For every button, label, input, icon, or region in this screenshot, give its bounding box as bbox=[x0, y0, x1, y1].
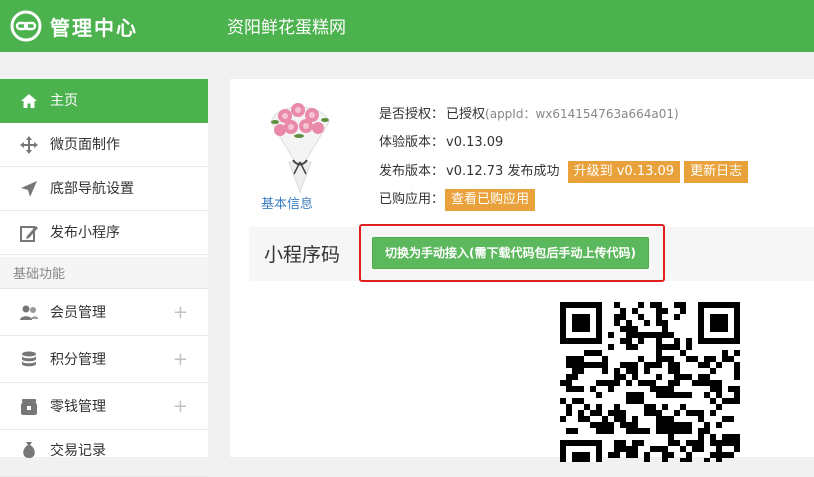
expand-icon[interactable]: + bbox=[173, 397, 188, 417]
sidebar-item-members[interactable]: 会员管理 + bbox=[0, 289, 208, 336]
highlight-annotation-box bbox=[359, 224, 665, 282]
mini-program-code-title: 小程序码 bbox=[264, 244, 341, 266]
home-icon bbox=[21, 94, 37, 108]
mini-program-qr-code bbox=[560, 302, 740, 462]
auth-value: 已授权 bbox=[446, 107, 486, 122]
sidebar-item-label: 主页 bbox=[50, 93, 78, 109]
changelog-button[interactable]: 更新日志 bbox=[684, 161, 749, 183]
sidebar-item-home[interactable]: 主页 bbox=[0, 79, 208, 123]
purchased-apps-row: 已购应用： 查看已购应用 bbox=[379, 189, 536, 211]
expand-icon[interactable]: + bbox=[173, 303, 188, 323]
upgrade-button[interactable]: 升级到 v0.13.09 bbox=[567, 161, 681, 183]
sidebar-item-bottom-nav[interactable]: 底部导航设置 bbox=[0, 167, 208, 211]
purchased-label: 已购应用： bbox=[379, 192, 445, 207]
sidebar-item-micro-page[interactable]: 微页面制作 bbox=[0, 123, 208, 167]
shop-name: 资阳鲜花蛋糕网 bbox=[227, 18, 346, 38]
coins-icon bbox=[22, 351, 36, 367]
trial-version-value: v0.13.09 bbox=[446, 135, 504, 150]
navigation-arrow-icon bbox=[21, 181, 37, 197]
sidebar-item-wallet[interactable]: 零钱管理 + bbox=[0, 383, 208, 430]
flower-bouquet-image bbox=[270, 103, 330, 194]
sidebar-item-label: 交易记录 bbox=[50, 443, 106, 459]
sidebar-item-label: 底部导航设置 bbox=[50, 181, 134, 197]
sidebar-item-label: 微页面制作 bbox=[50, 137, 120, 153]
sidebar-item-transactions[interactable]: 交易记录 bbox=[0, 430, 208, 477]
basic-info-link[interactable]: 基本信息 bbox=[261, 193, 313, 212]
wallet-icon bbox=[21, 399, 37, 415]
sidebar-item-label: 会员管理 bbox=[50, 305, 106, 321]
trial-version-label: 体验版本： bbox=[379, 135, 445, 150]
view-purchased-button[interactable]: 查看已购应用 bbox=[445, 189, 536, 211]
sidebar-item-points[interactable]: 积分管理 + bbox=[0, 336, 208, 383]
top-header: 管理中心 资阳鲜花蛋糕网 bbox=[0, 0, 814, 52]
sidebar-section-title: 基础功能 bbox=[0, 257, 208, 289]
release-version-label: 发布版本： bbox=[379, 164, 445, 179]
money-bag-icon bbox=[23, 442, 35, 458]
sidebar-item-label: 积分管理 bbox=[50, 352, 106, 368]
sidebar-item-label: 零钱管理 bbox=[50, 399, 106, 415]
move-icon bbox=[20, 136, 38, 154]
auth-status-row: 是否授权： 已授权(appId：wx614154763a664a01) bbox=[379, 105, 679, 124]
app-title[interactable]: 管理中心 bbox=[50, 12, 138, 41]
edit-icon bbox=[20, 226, 38, 242]
release-version-value: v0.12.73 发布成功 bbox=[446, 164, 560, 179]
sidebar: 主页 微页面制作 底部导航设置 发布小程序 基础功能 会员管理 + 积分管理 +… bbox=[0, 79, 208, 477]
sidebar-item-label: 发布小程序 bbox=[50, 225, 120, 241]
release-version-row: 发布版本： v0.12.73 发布成功 升级到 v0.13.09 更新日志 bbox=[379, 161, 749, 183]
auth-label: 是否授权： bbox=[379, 107, 445, 122]
expand-icon[interactable]: + bbox=[173, 350, 188, 370]
users-icon bbox=[20, 305, 38, 320]
trial-version-row: 体验版本： v0.13.09 bbox=[379, 134, 503, 152]
link-icon bbox=[10, 10, 42, 42]
app-id: (appId：wx614154763a664a01) bbox=[485, 107, 679, 121]
sidebar-item-publish[interactable]: 发布小程序 bbox=[0, 211, 208, 255]
